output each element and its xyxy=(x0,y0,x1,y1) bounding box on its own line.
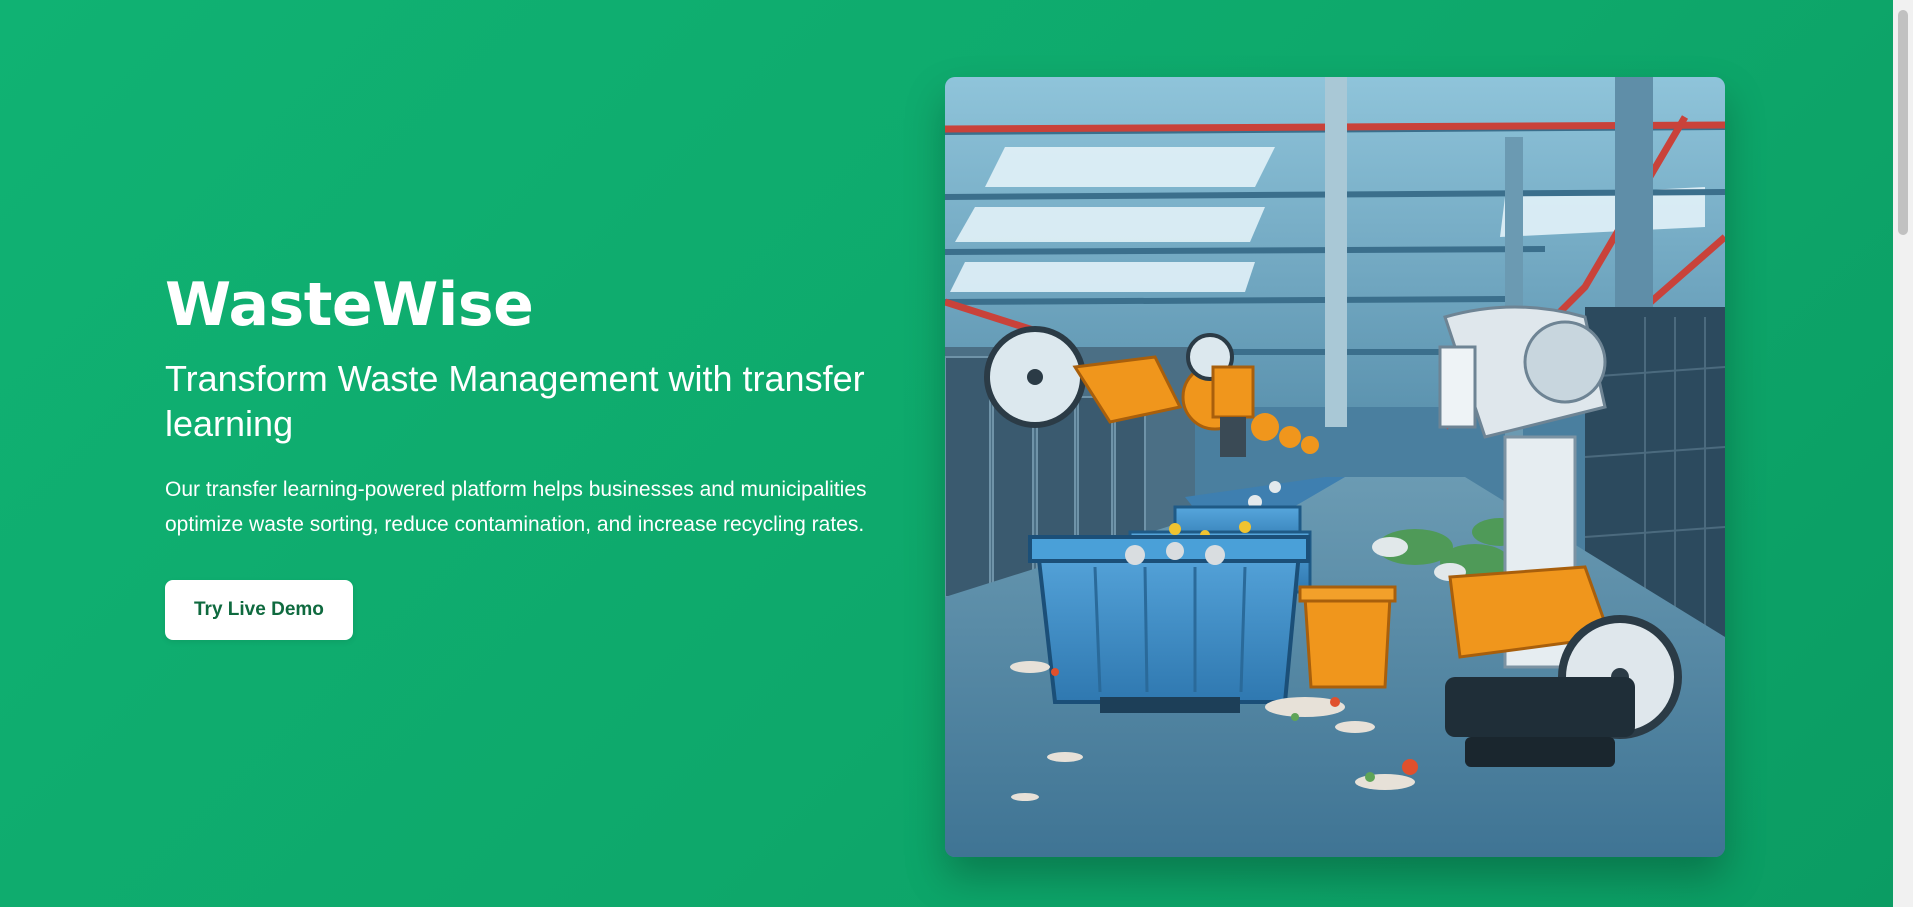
hero-image xyxy=(945,77,1725,857)
brand-title: WasteWise xyxy=(165,270,534,340)
vertical-scrollbar[interactable] xyxy=(1893,0,1913,907)
hero-text: WasteWise Transform Waste Management wit… xyxy=(165,272,935,640)
scrollbar-thumb[interactable] xyxy=(1898,10,1908,235)
landing-page: WasteWise Transform Waste Management wit… xyxy=(0,0,1913,907)
robotic-sorting-illustration xyxy=(945,77,1725,857)
try-live-demo-button[interactable]: Try Live Demo xyxy=(165,580,353,640)
hero-headline: Transform Waste Management with transfer… xyxy=(165,358,865,444)
hero-description: Our transfer learning-powered platform h… xyxy=(165,478,867,536)
